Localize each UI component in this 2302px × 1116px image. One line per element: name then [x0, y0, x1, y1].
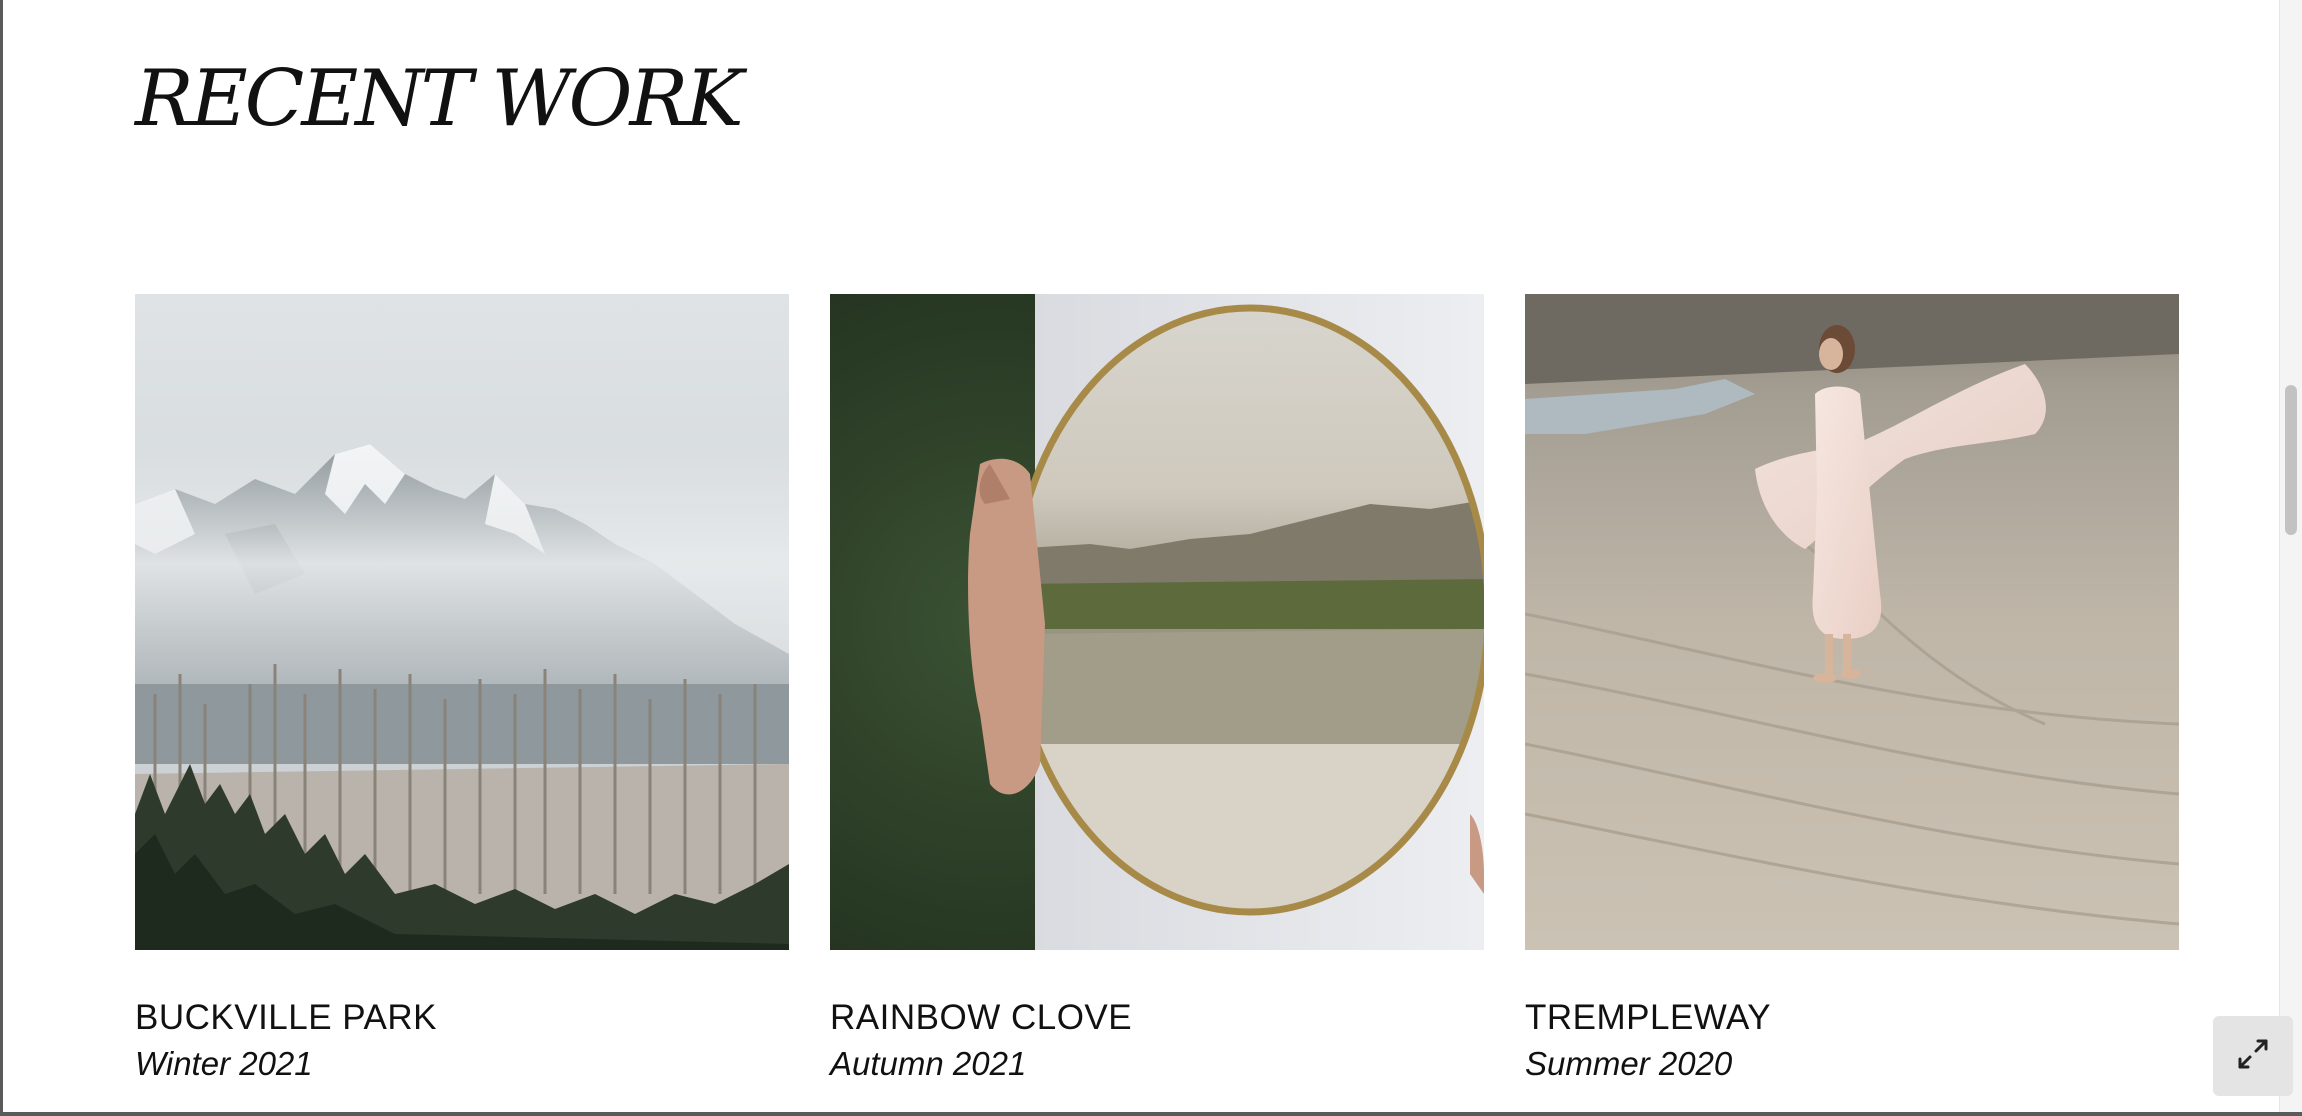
project-card[interactable]: TREMPLEWAY Summer 2020	[1525, 294, 2179, 1086]
project-image-misty-mountains[interactable]	[135, 294, 789, 950]
vertical-scrollbar[interactable]	[2279, 0, 2302, 1112]
project-title[interactable]: RAINBOW CLOVE	[830, 996, 1484, 1040]
project-title[interactable]: BUCKVILLE PARK	[135, 996, 789, 1040]
project-image-beach-dancer[interactable]	[1525, 294, 2179, 950]
project-image-mirror-lake[interactable]	[830, 294, 1484, 950]
project-card[interactable]: RAINBOW CLOVE Autumn 2021	[830, 294, 1484, 1086]
project-season: Autumn 2021	[830, 1045, 1027, 1082]
page: RECENT WORK BUCKVILLE PARK Winter 2021 R…	[0, 0, 2302, 1116]
project-card[interactable]: BUCKVILLE PARK Winter 2021	[135, 294, 789, 1086]
project-season: Winter 2021	[135, 1045, 313, 1082]
scrollbar-thumb[interactable]	[2285, 385, 2297, 535]
section-title: RECENT WORK	[135, 54, 743, 144]
expand-button[interactable]	[2213, 1016, 2293, 1096]
project-season: Summer 2020	[1525, 1045, 1733, 1082]
project-title[interactable]: TREMPLEWAY	[1525, 996, 2179, 1040]
expand-arrows-icon	[2235, 1036, 2271, 1077]
